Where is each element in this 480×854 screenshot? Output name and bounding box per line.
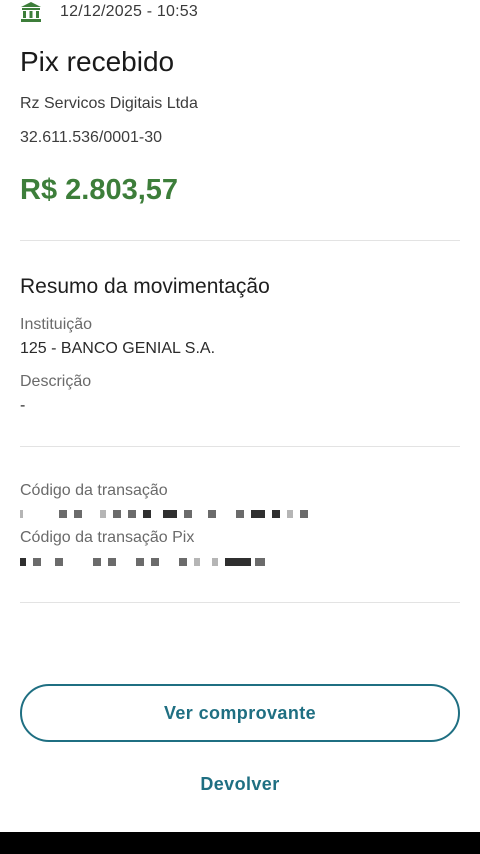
payer-document: 32.611.536/0001-30 (20, 129, 163, 146)
summary-title: Resumo da movimentação (20, 275, 270, 298)
view-receipt-button[interactable]: Ver comprovante (20, 684, 460, 742)
pix-detail-screen: 12/12/2025 - 10:53 Pix recebido Rz Servi… (0, 0, 480, 854)
description-value: - (20, 397, 26, 414)
system-navigation-bar (0, 832, 480, 854)
divider (20, 446, 460, 447)
institution-value: 125 - BANCO GENIAL S.A. (20, 340, 216, 357)
pix-code-label: Código da transação Pix (20, 529, 195, 546)
transaction-datetime: 12/12/2025 - 10:53 (60, 3, 198, 20)
divider (20, 602, 460, 603)
institution-label: Instituição (20, 316, 93, 333)
amount-value: R$ 2.803,57 (20, 174, 179, 206)
bank-icon (20, 1, 42, 23)
payer-name: Rz Servicos Digitais Ltda (20, 95, 198, 112)
divider (20, 240, 460, 241)
refund-button[interactable]: Devolver (140, 770, 340, 798)
transaction-code-label: Código da transação (20, 482, 168, 499)
description-label: Descrição (20, 373, 92, 390)
pix-code-masked (20, 558, 272, 566)
header-row: 12/12/2025 - 10:53 (20, 0, 198, 24)
transaction-code-masked (20, 510, 315, 518)
page-title: Pix recebido (20, 46, 175, 77)
